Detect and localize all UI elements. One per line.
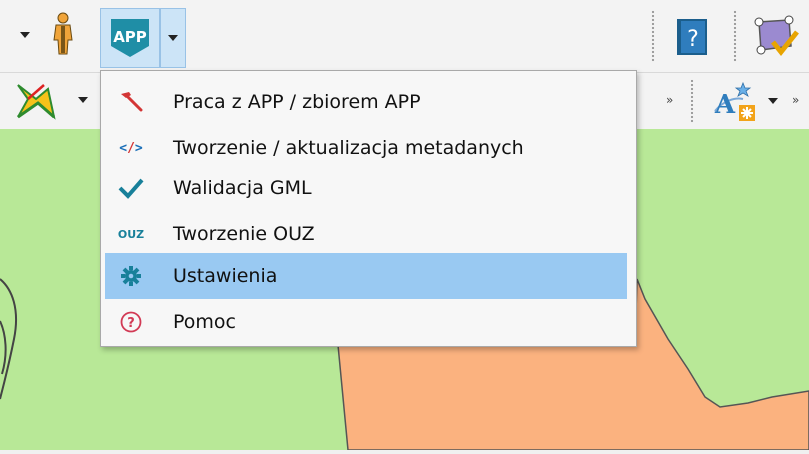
- ouz-text-icon: OUZ: [117, 227, 145, 241]
- app-plugin-button[interactable]: APP: [100, 8, 160, 68]
- menu-item-tworzenie-ouz[interactable]: OUZ Tworzenie OUZ: [105, 211, 627, 257]
- svg-text:APP: APP: [113, 28, 147, 46]
- app-badge-icon: APP: [111, 19, 149, 57]
- app-plugin-menu: Praca z APP / zbiorem APP </> Tworzenie …: [100, 70, 637, 347]
- app-plugin-dropdown-arrow[interactable]: [160, 8, 186, 68]
- hammer-icon: [105, 79, 157, 125]
- menu-item-pomoc[interactable]: ? Pomoc: [105, 299, 627, 345]
- help-circle-icon: ?: [105, 299, 157, 345]
- overflow-chevron-2[interactable]: »: [792, 93, 799, 107]
- topology-check-icon[interactable]: [750, 10, 800, 62]
- label-settings-dropdown-arrow[interactable]: [764, 89, 782, 113]
- label-settings-icon[interactable]: A: [708, 77, 758, 125]
- menu-item-ustawienia[interactable]: Ustawienia: [105, 253, 627, 299]
- menu-item-label: Tworzenie / aktualizacja metadanych: [173, 137, 524, 159]
- svg-text:?: ?: [687, 27, 699, 52]
- menu-item-label: Ustawienia: [173, 265, 278, 287]
- toolbar-dropdown-arrow[interactable]: [14, 22, 36, 48]
- toolbar-grip[interactable]: [651, 10, 655, 62]
- overflow-chevron[interactable]: »: [666, 93, 673, 107]
- person-icon[interactable]: [48, 10, 78, 58]
- vertex-tool-icon[interactable]: [12, 79, 60, 123]
- help-book-icon[interactable]: ?: [672, 14, 712, 60]
- svg-text:A: A: [714, 90, 736, 120]
- svg-text:?: ?: [127, 316, 135, 331]
- menu-item-walidacja-gml[interactable]: Walidacja GML: [105, 165, 627, 211]
- checkmark-icon: [105, 165, 157, 211]
- main-toolbar: APP ?: [0, 0, 809, 72]
- menu-item-label: Tworzenie OUZ: [173, 223, 315, 245]
- menu-item-label: Walidacja GML: [173, 177, 312, 199]
- menu-item-label: Praca z APP / zbiorem APP: [173, 91, 421, 113]
- toolbar-grip-3[interactable]: [690, 79, 694, 123]
- vertex-tool-dropdown-arrow[interactable]: [74, 87, 92, 113]
- menu-item-praca-z-app[interactable]: Praca z APP / zbiorem APP: [105, 79, 627, 125]
- menu-item-label: Pomoc: [173, 311, 236, 333]
- gear-icon: [105, 253, 157, 299]
- toolbar-grip-2[interactable]: [733, 10, 737, 62]
